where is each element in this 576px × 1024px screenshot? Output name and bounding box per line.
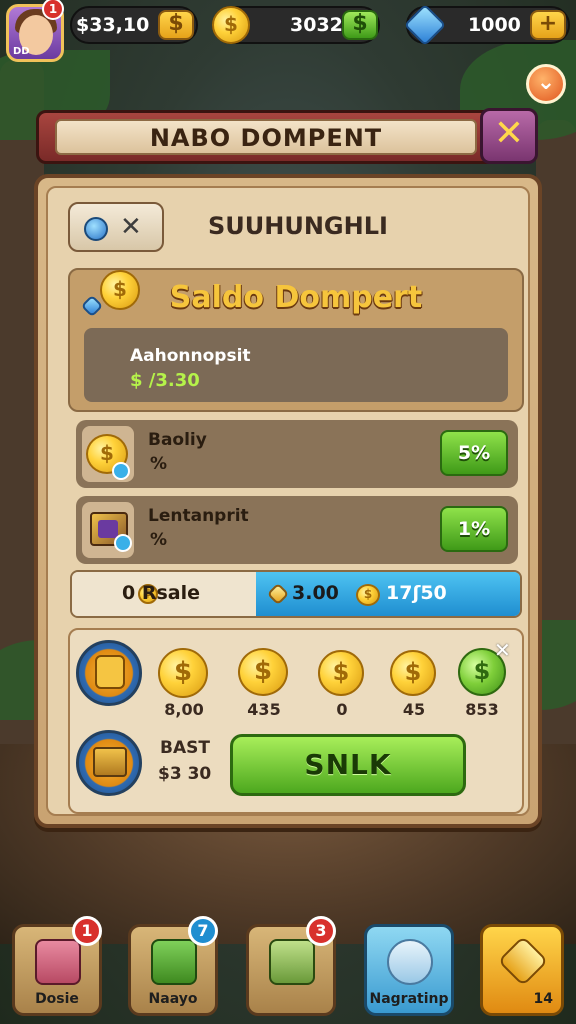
nav-badge: 7 [188, 916, 218, 946]
nav-item-nagratinp[interactable]: Nagratinp [364, 924, 454, 1016]
info-icon [112, 462, 130, 480]
reward-value: 435 [247, 700, 281, 719]
mascot-badge [76, 640, 142, 706]
coin-icon-box: $ [82, 426, 134, 482]
reward-value: 853 [465, 700, 499, 719]
avatar-level: DD [13, 46, 30, 57]
bottom-nav: Dosie 1 Naayo 7 3 Nagratinp 14 [0, 912, 576, 1024]
exchange-bar[interactable]: $ 0 Rsale 3.00 $ 17ʃ50 [70, 570, 522, 618]
row-name: Baoliy [148, 430, 207, 450]
top-bar: DD 1 $33,10 $ $ 3032 $ 1000 + ⌄ [0, 0, 576, 104]
treasure-chest-icon [93, 747, 127, 777]
reward-value: 45 [402, 700, 426, 719]
reward-value: 8,00 [164, 700, 204, 719]
reward-coin-icon[interactable]: $ [238, 648, 288, 696]
storage-jar-icon [387, 939, 433, 985]
percent-button[interactable]: 5% [440, 430, 508, 476]
list-item: $ Baoliy % 5% [76, 420, 518, 488]
coin-icon: $ [356, 584, 380, 606]
nav-label: 14 [533, 991, 553, 1007]
best-label: BAST [160, 738, 210, 758]
reward-coin-icon[interactable]: $ [158, 648, 208, 698]
balance-details: Aahonnopsit $ /3.30 [84, 328, 508, 402]
reward-coin-icon[interactable]: $ [318, 650, 364, 696]
storybook-icon [35, 939, 81, 985]
gem-icon [403, 3, 447, 47]
exchange-value-a: 3.00 [292, 582, 339, 604]
rewards-panel: $ 8,00 $ 435 $ 0 $ 45 $ 853 ✕ BAST $3 30… [68, 628, 524, 814]
percent-button[interactable]: 1% [440, 506, 508, 552]
coin-icon: $ [212, 6, 250, 44]
balance-title: Saldo Dompert [169, 280, 423, 315]
gems-counter: 1000 + [403, 3, 570, 47]
coins-counter: $33,10 $ [70, 6, 198, 44]
close-icon: ✕ [120, 212, 142, 242]
dialog-title-banner: NABO DOMPENT [36, 110, 496, 164]
panel-subtitle: SUUHUNGHLI [208, 212, 388, 240]
chest-badge [76, 730, 142, 796]
balance-card: $ Saldo Dompert Aahonnopsit $ /3.30 [68, 268, 524, 412]
coins-add-button[interactable]: $ [158, 10, 194, 40]
chevron-down-icon[interactable]: ⌄ [526, 64, 566, 104]
close-icon[interactable]: ✕ [494, 638, 511, 662]
nav-label: Nagratinp [369, 991, 449, 1007]
dialog-title: NABO DOMPENT [55, 119, 477, 155]
nav-badge: 3 [306, 916, 336, 946]
exchange-left-label: 0 Rsale [122, 582, 200, 604]
reward-coin-icon[interactable]: $ [390, 650, 436, 696]
wallet-gem-icon [98, 520, 118, 538]
mascot-icon [95, 655, 125, 689]
gold-gem-icon [266, 582, 290, 606]
exchange-right[interactable]: 3.00 $ 17ʃ50 [256, 572, 520, 616]
currency-counter: $ 3032 $ [212, 6, 380, 44]
gems-add-button[interactable]: + [530, 10, 566, 40]
chest-icon-box [82, 502, 134, 558]
tab-toggle-button[interactable]: ✕ [68, 202, 164, 252]
currency-add-button[interactable]: $ [342, 10, 378, 40]
gem-icon [84, 217, 108, 241]
nav-label: Dosie [35, 991, 79, 1007]
cash-stack-icon [151, 939, 197, 985]
gems-value: 1000 [468, 14, 521, 36]
gold-bar-icon [497, 935, 549, 987]
balance-amount: $ /3.30 [130, 370, 200, 391]
crossed-swords-icon [269, 939, 315, 985]
dialog-close-button[interactable]: ✕ [480, 108, 538, 164]
currency-value: 3032 [290, 14, 343, 36]
reward-value: 0 [336, 700, 348, 719]
nav-item-shop[interactable]: 14 [480, 924, 564, 1016]
exchange-value-b: 17ʃ50 [386, 582, 447, 604]
row-name: Lentanprit [148, 506, 249, 526]
nav-label: Naayo [148, 991, 198, 1007]
exchange-left[interactable]: $ 0 Rsale [72, 572, 256, 616]
nav-badge: 1 [72, 916, 102, 946]
spin-button[interactable]: SNLK [230, 734, 466, 796]
list-item: Lentanprit % 1% [76, 496, 518, 564]
info-icon [114, 534, 132, 552]
balance-label: Aahonnopsit [130, 346, 251, 366]
wallet-panel: ✕ SUUHUNGHLI $ Saldo Dompert Aahonnopsit… [34, 174, 542, 828]
best-value: $3 30 [158, 764, 212, 784]
coins-value: $33,10 [76, 14, 150, 36]
row-sub: % [150, 530, 168, 550]
row-sub: % [150, 454, 168, 474]
